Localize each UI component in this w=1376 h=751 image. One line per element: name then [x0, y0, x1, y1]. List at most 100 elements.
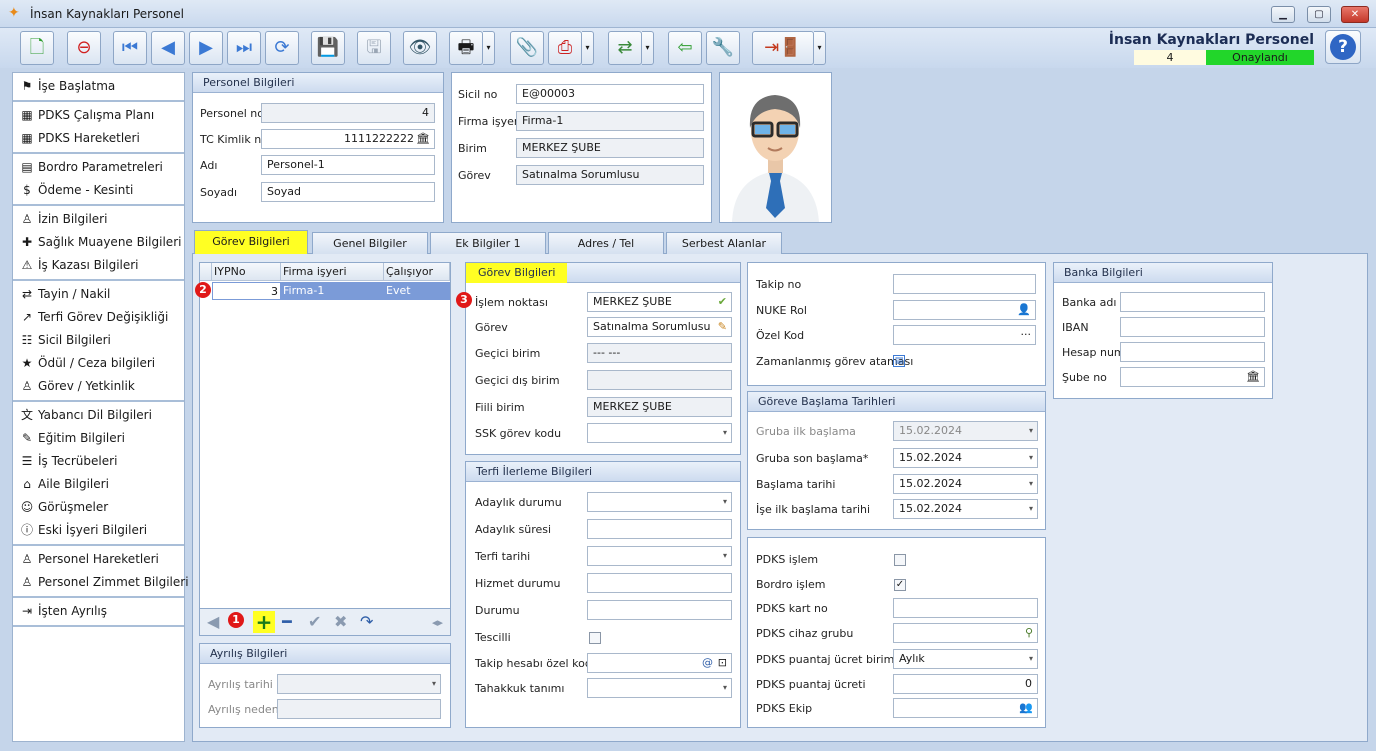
- sidebar-item[interactable]: ↗ Terfi Görev Değişikliği: [13, 306, 184, 329]
- gruba-son-field[interactable]: 15.02.2024 ▾: [893, 448, 1038, 468]
- grid-header-calisiyor[interactable]: Çalışıyor: [384, 263, 450, 281]
- sidebar-item[interactable]: ⌂ Aile Bilgileri: [13, 473, 184, 496]
- sidebar-item[interactable]: ⓘ Eski İşyeri Bilgileri: [13, 519, 184, 542]
- pdks-kart-field[interactable]: [893, 598, 1038, 618]
- save-icon[interactable]: 💾: [311, 31, 345, 65]
- nav-prev-icon[interactable]: ◀: [207, 612, 219, 631]
- personel-no-field[interactable]: 4: [261, 103, 435, 123]
- adaylik-durumu-select[interactable]: ▾: [587, 492, 732, 512]
- sidebar-item[interactable]: ▦ PDKS Çalışma Planı: [13, 104, 184, 127]
- at-icon[interactable]: @: [702, 654, 713, 672]
- prev-record-icon[interactable]: ◀: [151, 31, 185, 65]
- sube-field[interactable]: 🏛: [1120, 367, 1265, 387]
- tc-field[interactable]: 1111222222 🏛: [261, 129, 435, 149]
- new-record-icon[interactable]: 🗋: [20, 31, 54, 65]
- help-button[interactable]: ?: [1325, 30, 1361, 64]
- sidebar-item[interactable]: ☰ İş Tecrübeleri: [13, 450, 184, 473]
- hizmet-durumu-field[interactable]: [587, 573, 732, 593]
- transfer-icon[interactable]: ⇄: [608, 31, 642, 65]
- ise-ilk-field[interactable]: 15.02.2024 ▾: [893, 499, 1038, 519]
- grid-header-iypno[interactable]: IYPNo: [212, 263, 281, 281]
- print-dropdown-icon[interactable]: ▾: [483, 31, 495, 65]
- lookup-icon[interactable]: ⊡: [718, 654, 727, 672]
- exit-icon[interactable]: ⇥🚪: [752, 31, 814, 65]
- tab-ek-bilgiler[interactable]: Ek Bilgiler 1: [430, 232, 546, 254]
- gorev2-field[interactable]: Satınalma Sorumlusu ✎: [587, 317, 732, 337]
- pdks-cihaz-field[interactable]: ⚲: [893, 623, 1038, 643]
- sidebar-item[interactable]: $ Ödeme - Kesinti: [13, 179, 184, 202]
- sidebar-item[interactable]: ☺ Görüşmeler: [13, 496, 184, 519]
- edit-icon[interactable]: ✎: [718, 318, 727, 336]
- grid-cell-calisiyor[interactable]: Evet: [384, 282, 450, 300]
- ssk-select[interactable]: ▾: [587, 423, 732, 443]
- hesap-field[interactable]: [1120, 342, 1265, 362]
- sidebar-item[interactable]: ✚ Sağlık Muayene Bilgileri: [13, 231, 184, 254]
- tescilli-checkbox[interactable]: [589, 632, 601, 644]
- tab-genel-bilgiler[interactable]: Genel Bilgiler: [312, 232, 428, 254]
- iban-field[interactable]: [1120, 317, 1265, 337]
- exit-dropdown-icon[interactable]: ▾: [814, 31, 826, 65]
- adaylik-suresi-field[interactable]: [587, 519, 732, 539]
- ozel-field[interactable]: ···: [893, 325, 1036, 345]
- attach-icon[interactable]: 📎: [510, 31, 544, 65]
- close-button[interactable]: ✕: [1341, 6, 1369, 23]
- sidebar-item[interactable]: ♙ Personel Hareketleri: [13, 548, 184, 571]
- takip-ozel-field[interactable]: @ ⊡: [587, 653, 732, 673]
- tools-icon[interactable]: 🔧: [706, 31, 740, 65]
- sidebar-item[interactable]: ✎ Eğitim Bilgileri: [13, 427, 184, 450]
- user-icon[interactable]: 👤: [1017, 301, 1031, 319]
- tab-serbest-alanlar[interactable]: Serbest Alanlar: [666, 232, 782, 254]
- sidebar-item[interactable]: ♙ Görev / Yetkinlik: [13, 375, 184, 398]
- bank-branch-icon[interactable]: 🏛: [1246, 368, 1260, 386]
- transfer-dropdown-icon[interactable]: ▾: [642, 31, 654, 65]
- terfi-tarihi-select[interactable]: ▾: [587, 546, 732, 566]
- nuke-field[interactable]: 👤: [893, 300, 1036, 320]
- grid-cell-iypno[interactable]: 3: [212, 282, 281, 300]
- ellipsis-icon[interactable]: ···: [1021, 326, 1032, 344]
- export-pdf-icon[interactable]: ⎙: [548, 31, 582, 65]
- refresh-icon[interactable]: ⟳: [265, 31, 299, 65]
- pdks-ekip-field[interactable]: 👥: [893, 698, 1038, 718]
- tab-gorev-bilgileri[interactable]: Görev Bilgileri: [194, 230, 308, 254]
- adi-field[interactable]: Personel-1: [261, 155, 435, 175]
- last-record-icon[interactable]: ⏭: [227, 31, 261, 65]
- import-icon[interactable]: ⇦: [668, 31, 702, 65]
- islem-field[interactable]: MERKEZ ŞUBE ✔: [587, 292, 732, 312]
- pdks-ucret-field[interactable]: 0: [893, 674, 1038, 694]
- print-icon[interactable]: 🖶: [449, 31, 483, 65]
- delete-record-icon[interactable]: ⊖: [67, 31, 101, 65]
- sidebar-item[interactable]: ☷ Sicil Bilgileri: [13, 329, 184, 352]
- tab-adres-tel[interactable]: Adres / Tel: [548, 232, 664, 254]
- pdks-islem-checkbox[interactable]: [894, 554, 906, 566]
- sidebar-item[interactable]: ▦ PDKS Hareketleri: [13, 127, 184, 150]
- bank-icon[interactable]: 🏛: [416, 130, 430, 148]
- add-row-icon[interactable]: +: [253, 611, 275, 633]
- sidebar-item[interactable]: ⚑ İşe Başlatma: [13, 75, 184, 98]
- baslama-field[interactable]: 15.02.2024 ▾: [893, 474, 1038, 494]
- sicil-field[interactable]: E@00003: [516, 84, 704, 104]
- sidebar-item[interactable]: ⇄ Tayin / Nakil: [13, 283, 184, 306]
- cancel-row-icon[interactable]: ✖: [334, 612, 347, 631]
- sidebar-item[interactable]: 文 Yabancı Dil Bilgileri: [13, 404, 184, 427]
- cancel-save-icon[interactable]: 🖫: [357, 31, 391, 65]
- grid-cell-firma[interactable]: Firma-1: [281, 282, 384, 300]
- remove-row-icon[interactable]: ━: [282, 612, 292, 631]
- soyadi-field[interactable]: Soyad: [261, 182, 435, 202]
- check-double-icon[interactable]: ✔: [718, 293, 727, 311]
- export-dropdown-icon[interactable]: ▾: [582, 31, 594, 65]
- banka-adi-field[interactable]: [1120, 292, 1265, 312]
- sidebar-item[interactable]: ♙ İzin Bilgileri: [13, 208, 184, 231]
- takip-field[interactable]: [893, 274, 1036, 294]
- sidebar-item[interactable]: ⚠ İş Kazası Bilgileri: [13, 254, 184, 277]
- antenna-icon[interactable]: ⚲: [1025, 624, 1033, 642]
- sidebar-item[interactable]: ▤ Bordro Parametreleri: [13, 156, 184, 179]
- minimize-button[interactable]: ▁: [1271, 6, 1295, 23]
- team-icon[interactable]: 👥: [1019, 699, 1033, 717]
- sidebar-item[interactable]: ♙ Personel Zimmet Bilgileri: [13, 571, 189, 594]
- first-record-icon[interactable]: ⏮: [113, 31, 147, 65]
- bordro-islem-checkbox[interactable]: ✓: [894, 579, 906, 591]
- tahakkuk-select[interactable]: ▾: [587, 678, 732, 698]
- sidebar-item[interactable]: ★ Ödül / Ceza bilgileri: [13, 352, 184, 375]
- confirm-row-icon[interactable]: ✔: [308, 612, 321, 631]
- pdks-birim-select[interactable]: Aylık ▾: [893, 649, 1038, 669]
